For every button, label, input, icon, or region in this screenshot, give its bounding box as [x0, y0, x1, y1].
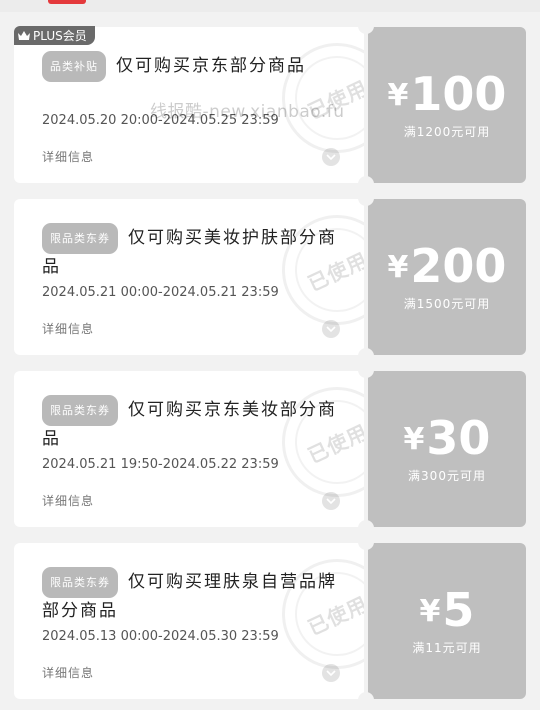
- currency-symbol: ¥: [403, 421, 425, 457]
- coupon-amount: 100: [410, 66, 507, 121]
- coupon-validity: 2024.05.21 19:50-2024.05.22 23:59: [42, 457, 279, 472]
- currency-symbol: ¥: [387, 77, 409, 113]
- chevron-down-icon: [326, 670, 336, 676]
- chevron-down-icon: [326, 498, 336, 504]
- coupon-amount: 200: [410, 238, 507, 293]
- coupon-validity: 2024.05.13 00:00-2024.05.30 23:59: [42, 629, 279, 644]
- currency-symbol: ¥: [387, 249, 409, 285]
- top-accent: [48, 0, 86, 4]
- coupon-info: 限品类东券 仅可购买京东美妆部分商品 2024.05.21 19:50-2024.…: [14, 371, 364, 527]
- coupon-card[interactable]: 限品类东券 仅可购买京东美妆部分商品 2024.05.21 19:50-2024.…: [14, 370, 526, 528]
- plus-member-badge: PLUS会员: [14, 26, 95, 45]
- currency-symbol: ¥: [419, 593, 441, 629]
- detail-info-link[interactable]: 详细信息: [42, 320, 94, 337]
- coupon-info: 限品类东券 仅可购买理肤泉自营品牌部分商品 2024.05.13 00:00-20…: [14, 543, 364, 699]
- crown-icon: [18, 30, 30, 40]
- coupon-value-panel: ¥100 满1200元可用: [368, 27, 526, 183]
- detail-info-link[interactable]: 详细信息: [42, 492, 94, 509]
- chevron-down-icon: [326, 154, 336, 160]
- watermark: 线报酷-new.xianbao.fu: [150, 102, 345, 122]
- detail-info-link[interactable]: 详细信息: [42, 664, 94, 681]
- coupon-condition: 满1200元可用: [403, 124, 491, 139]
- coupon-condition: 满11元可用: [412, 640, 482, 655]
- coupon-card[interactable]: 限品类东券 仅可购买理肤泉自营品牌部分商品 2024.05.13 00:00-20…: [14, 542, 526, 700]
- coupon-tag: 限品类东券: [42, 223, 118, 254]
- coupon-validity: 2024.05.21 00:00-2024.05.21 23:59: [42, 285, 279, 300]
- coupon-tag: 限品类东券: [42, 567, 118, 598]
- coupon-amount: 30: [426, 410, 491, 465]
- coupon-tag: 品类补贴: [42, 51, 106, 82]
- coupon-condition: 满1500元可用: [403, 296, 491, 311]
- plus-badge-label: PLUS会员: [33, 29, 87, 43]
- coupon-value-panel: ¥5 满11元可用: [368, 543, 526, 699]
- chevron-down-icon: [326, 326, 336, 332]
- coupon-value-panel: ¥30 满300元可用: [368, 371, 526, 527]
- coupon-amount: 5: [442, 582, 475, 637]
- detail-info-link[interactable]: 详细信息: [42, 148, 94, 165]
- coupon-tag: 限品类东券: [42, 395, 118, 426]
- coupon-info: 限品类东券 仅可购买美妆护肤部分商品 2024.05.21 00:00-2024.…: [14, 199, 364, 355]
- coupon-card[interactable]: 限品类东券 仅可购买美妆护肤部分商品 2024.05.21 00:00-2024.…: [14, 198, 526, 356]
- top-bar: [0, 0, 540, 12]
- coupon-value-panel: ¥200 满1500元可用: [368, 199, 526, 355]
- coupon-condition: 满300元可用: [408, 468, 486, 483]
- coupon-title-text: 仅可购买京东部分商品: [116, 56, 306, 76]
